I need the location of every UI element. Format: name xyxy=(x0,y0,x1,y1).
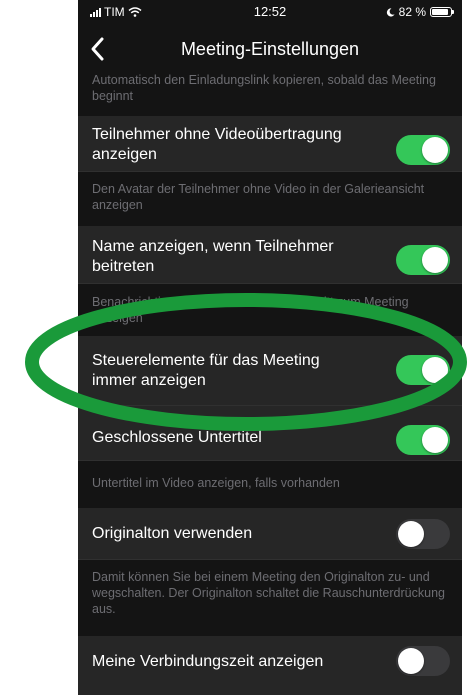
toggle-switch[interactable] xyxy=(396,519,450,549)
status-bar: TIM 12:52 82 % xyxy=(78,0,462,24)
moon-icon xyxy=(386,7,395,17)
setting-row-original-sound: Originalton verwenden xyxy=(78,508,462,560)
setting-description: Benachrichtigung der Teilnehmer bei Beit… xyxy=(92,295,409,325)
toggle-switch[interactable] xyxy=(396,245,450,275)
toggle-switch[interactable] xyxy=(396,355,450,385)
toggle-knob xyxy=(422,137,448,163)
battery-icon xyxy=(430,7,454,17)
setting-label: Geschlossene Untertitel xyxy=(92,429,262,446)
phone-screen: TIM 12:52 82 % Meeting-Einstellungen Aut… xyxy=(78,0,462,695)
setting-row-video-off-participants: Teilnehmer ohne Videoübertragung anzeige… xyxy=(78,116,462,172)
setting-description: Damit können Sie bei einem Meeting den O… xyxy=(92,570,445,616)
setting-row-connection-time: Meine Verbindungszeit anzeigen xyxy=(78,636,462,695)
toggle-knob xyxy=(398,521,424,547)
setting-label: Teilnehmer ohne Videoübertragung anzeige… xyxy=(92,126,342,163)
toggle-switch[interactable] xyxy=(396,135,450,165)
setting-row-show-name-on-join: Name anzeigen, wenn Teilnehmer beitreten xyxy=(78,226,462,284)
toggle-switch[interactable] xyxy=(396,646,450,676)
setting-description: Den Avatar der Teilnehmer ohne Video in … xyxy=(92,182,425,212)
setting-label: Originalton verwenden xyxy=(92,525,253,542)
setting-description: Automatisch den Einladungslink kopieren,… xyxy=(92,73,436,103)
setting-description: Untertitel im Video anzeigen, falls vorh… xyxy=(92,476,340,490)
page-title: Meeting-Einstellungen xyxy=(180,39,360,59)
setting-label: Meine Verbindungszeit anzeigen xyxy=(92,653,324,670)
setting-label: Name anzeigen, wenn Teilnehmer beitreten xyxy=(92,238,334,275)
setting-row-always-show-controls: Steuerelemente für das Meeting immer anz… xyxy=(78,336,462,406)
toggle-knob xyxy=(398,648,424,674)
toggle-knob xyxy=(422,427,448,453)
setting-row-closed-captions: Geschlossene Untertitel xyxy=(78,406,462,461)
battery-group: 82 % xyxy=(386,5,454,19)
battery-percent: 82 % xyxy=(398,5,426,19)
toggle-knob xyxy=(422,357,448,383)
toggle-knob xyxy=(422,247,448,273)
setting-label: Steuerelemente für das Meeting immer anz… xyxy=(92,352,320,389)
navigation-bar: Meeting-Einstellungen xyxy=(78,26,462,70)
toggle-switch[interactable] xyxy=(396,425,450,455)
